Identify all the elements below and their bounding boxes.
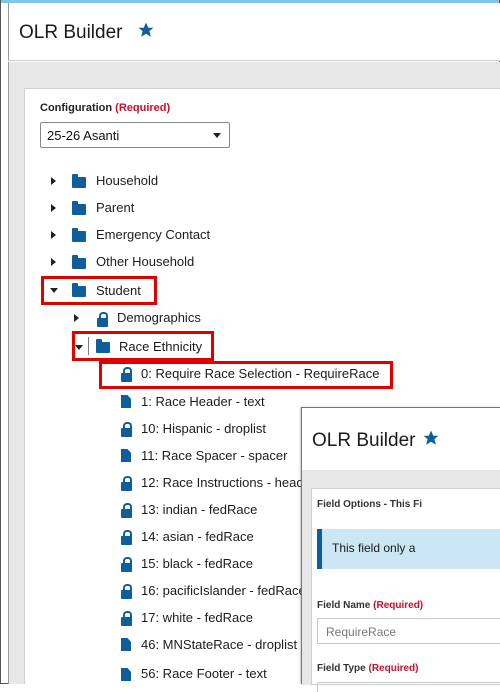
lock-icon xyxy=(121,557,132,572)
lock-icon xyxy=(97,312,108,327)
inset-page-title: OLR Builder xyxy=(312,430,416,451)
tree-connector-line xyxy=(88,337,89,355)
tree-item[interactable]: 56: Race Footer - text xyxy=(141,666,267,681)
field-type-label: Field Type (Required) xyxy=(317,663,419,674)
tree-node-race-ethnicity[interactable]: Race Ethnicity xyxy=(119,339,202,354)
page-header: OLR Builder xyxy=(8,3,500,61)
tree-item[interactable]: 14: asian - fedRace xyxy=(141,529,254,544)
favorite-star-icon[interactable] xyxy=(422,429,440,447)
configuration-select[interactable]: 25-26 Asanti xyxy=(40,122,230,148)
tree-item[interactable]: 1: Race Header - text xyxy=(141,394,265,409)
info-banner: This field only a xyxy=(317,529,500,569)
collapse-arrow-icon[interactable] xyxy=(75,345,83,350)
tree-node-demographics[interactable]: Demographics xyxy=(117,310,201,325)
expand-arrow-icon[interactable] xyxy=(51,231,56,239)
tree-node-parent[interactable]: Parent xyxy=(96,200,134,215)
collapse-arrow-icon[interactable] xyxy=(50,288,58,293)
lock-icon xyxy=(121,530,132,545)
field-options-inset: OLR Builder Field Options - This Fi This… xyxy=(301,407,500,692)
chevron-down-icon xyxy=(213,133,221,138)
tree-node-student[interactable]: Student xyxy=(96,283,141,298)
lock-icon xyxy=(121,611,132,626)
tree-node-household[interactable]: Household xyxy=(96,173,158,188)
tree-item[interactable]: 15: black - fedRace xyxy=(141,556,253,571)
lock-icon xyxy=(121,584,132,599)
tree-item-require-race[interactable]: 0: Require Race Selection - RequireRace xyxy=(141,366,379,381)
folder-icon xyxy=(72,201,86,215)
favorite-star-icon[interactable] xyxy=(137,21,155,39)
folder-icon xyxy=(96,339,110,353)
lock-icon xyxy=(121,503,132,518)
inset-panel xyxy=(311,488,500,685)
info-banner-text: This field only a xyxy=(332,541,416,555)
field-name-label: Field Name (Required) xyxy=(317,600,424,611)
tree-item[interactable]: 17: white - fedRace xyxy=(141,610,253,625)
folder-icon xyxy=(72,228,86,242)
tree-item[interactable]: 12: Race Instructions - header xyxy=(141,475,315,490)
folder-icon xyxy=(72,255,86,269)
expand-arrow-icon[interactable] xyxy=(51,204,56,212)
configuration-selected-value: 25-26 Asanti xyxy=(47,128,120,143)
lock-icon xyxy=(121,367,132,382)
folder-icon xyxy=(72,174,86,188)
tree-item[interactable]: 10: Hispanic - droplist xyxy=(141,421,266,436)
tree-node-emergency-contact[interactable]: Emergency Contact xyxy=(96,227,210,242)
page-title: OLR Builder xyxy=(19,22,123,43)
tree-item[interactable]: 13: indian - fedRace xyxy=(141,502,257,517)
field-options-heading: Field Options - This Fi xyxy=(317,499,422,510)
folder-icon xyxy=(72,283,86,297)
tree-item[interactable]: 46: MNStateRace - droplist xyxy=(141,637,297,652)
lock-icon xyxy=(121,476,132,491)
tree-item[interactable]: 11: Race Spacer - spacer xyxy=(141,448,287,463)
expand-arrow-icon[interactable] xyxy=(51,258,56,266)
lock-icon xyxy=(121,422,132,437)
field-name-input[interactable]: RequireRace xyxy=(317,618,500,644)
tree-node-other-household[interactable]: Other Household xyxy=(96,254,194,269)
configuration-label: Configuration (Required) xyxy=(40,102,171,114)
expand-arrow-icon[interactable] xyxy=(74,314,79,322)
expand-arrow-icon[interactable] xyxy=(51,177,56,185)
tree-item[interactable]: 16: pacificIslander - fedRace xyxy=(141,583,306,598)
